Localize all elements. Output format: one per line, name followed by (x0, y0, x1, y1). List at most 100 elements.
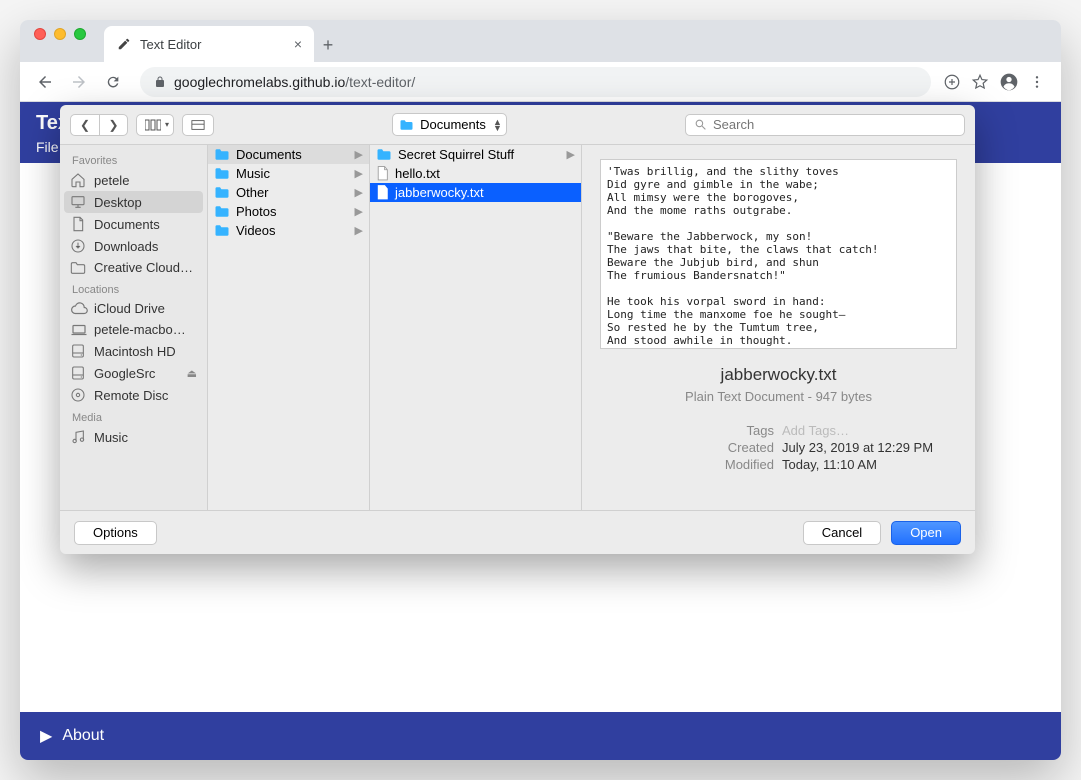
pencil-icon (116, 36, 132, 52)
home-icon (70, 172, 88, 188)
file-icon (376, 185, 389, 200)
folder-icon (214, 205, 230, 218)
sidebar-item[interactable]: Documents (60, 213, 207, 235)
sidebar-item-label: Downloads (94, 239, 158, 254)
dialog-forward-button[interactable]: ❯ (99, 115, 127, 135)
sidebar-item[interactable]: Downloads (60, 235, 207, 257)
preview-kind: Plain Text Document - 947 bytes (600, 389, 957, 404)
open-button[interactable]: Open (891, 521, 961, 545)
location-popup[interactable]: Documents ▲▼ (392, 113, 507, 136)
disc-icon (70, 387, 88, 403)
sidebar-item-label: iCloud Drive (94, 301, 165, 316)
folder-row[interactable]: Secret Squirrel Stuff ▶ (370, 145, 581, 164)
sidebar-item[interactable]: petele (60, 169, 207, 191)
row-label: Music (236, 166, 270, 181)
folder-row[interactable]: Videos ▶ (208, 221, 369, 240)
folder-row[interactable]: Photos ▶ (208, 202, 369, 221)
chevron-right-icon: ▶ (355, 167, 363, 180)
folder-icon (214, 224, 230, 237)
sidebar-item[interactable]: GoogleSrc⏏ (60, 362, 207, 384)
close-tab-icon[interactable]: × (294, 36, 302, 52)
sidebar-item[interactable]: petele-macbo… (60, 319, 207, 340)
sidebar: FavoritespeteleDesktop Documents Downloads… (60, 145, 208, 510)
nav-segmented: ❮ ❯ (70, 114, 128, 136)
laptop-icon (70, 323, 88, 337)
sidebar-item[interactable]: iCloud Drive (60, 298, 207, 319)
new-tab-button[interactable]: + (314, 35, 342, 62)
chevron-right-icon: ▶ (355, 205, 363, 218)
hdd-icon (70, 343, 88, 359)
dialog-back-button[interactable]: ❮ (71, 115, 99, 135)
disclosure-triangle-icon: ▶ (40, 726, 52, 746)
row-label: Photos (236, 204, 276, 219)
tags-value[interactable]: Add Tags… (782, 423, 957, 438)
back-button[interactable] (30, 67, 60, 97)
star-icon[interactable] (971, 73, 989, 91)
sidebar-item-label: Creative Cloud… (94, 260, 193, 275)
tab-strip: Text Editor × + (20, 20, 1061, 62)
sidebar-item-label: Macintosh HD (94, 344, 176, 359)
minimize-window-button[interactable] (54, 28, 66, 40)
chevron-right-icon: ▶ (355, 224, 363, 237)
forward-button[interactable] (64, 67, 94, 97)
sidebar-item[interactable]: Macintosh HD (60, 340, 207, 362)
close-window-button[interactable] (34, 28, 46, 40)
menu-icon[interactable] (1029, 74, 1045, 90)
sidebar-group-label: Favorites (60, 149, 207, 169)
doc-icon (70, 216, 88, 232)
updown-icon: ▲▼ (493, 119, 502, 131)
created-label: Created (704, 440, 774, 455)
app-footer[interactable]: ▶ About (20, 712, 1061, 760)
address-bar[interactable]: googlechromelabs.github.io/text-editor/ (140, 67, 931, 97)
lock-icon (154, 75, 166, 89)
profile-icon[interactable] (999, 72, 1019, 92)
hdd-icon (70, 365, 88, 381)
browser-tab[interactable]: Text Editor × (104, 26, 314, 62)
sidebar-group-label: Media (60, 406, 207, 426)
chevron-right-icon: ▶ (355, 186, 363, 199)
folder-icon (214, 148, 230, 161)
browser-toolbar: googlechromelabs.github.io/text-editor/ (20, 62, 1061, 102)
folder-icon (214, 167, 230, 180)
folder-icon (70, 261, 88, 275)
row-label: Secret Squirrel Stuff (398, 147, 514, 162)
sidebar-group-label: Locations (60, 278, 207, 298)
sidebar-item[interactable]: Creative Cloud… (60, 257, 207, 278)
folder-row[interactable]: Music ▶ (208, 164, 369, 183)
sidebar-item[interactable]: Remote Disc (60, 384, 207, 406)
cancel-button[interactable]: Cancel (803, 521, 881, 545)
file-row[interactable]: hello.txt (370, 164, 581, 183)
row-label: jabberwocky.txt (395, 185, 484, 200)
folder-row[interactable]: Documents▶ (208, 145, 369, 164)
eject-icon[interactable]: ⏏ (187, 367, 197, 380)
search-input[interactable] (713, 117, 956, 132)
column-1: Documents▶Music▶Other▶Photos▶Videos▶ (208, 145, 370, 510)
columns-view-icon (141, 119, 165, 131)
modified-value: Today, 11:10 AM (782, 457, 957, 472)
grouping-button[interactable] (182, 114, 214, 136)
sidebar-item[interactable]: Music (60, 426, 207, 448)
reload-button[interactable] (98, 67, 128, 97)
folder-icon (214, 186, 230, 199)
row-label: Videos (236, 223, 276, 238)
location-label: Documents (420, 117, 486, 132)
file-row[interactable]: jabberwocky.txt (370, 183, 581, 202)
preview-text: 'Twas brillig, and the slithy toves Did … (600, 159, 957, 349)
sidebar-item-label: Documents (94, 217, 160, 232)
options-button[interactable]: Options (74, 521, 157, 545)
download-icon (70, 238, 88, 254)
folder-row[interactable]: Other▶ (208, 183, 369, 202)
zoom-window-button[interactable] (74, 28, 86, 40)
chevron-right-icon: ▶ (567, 148, 575, 161)
sidebar-item-label: petele-macbo… (94, 322, 186, 337)
install-icon[interactable] (943, 73, 961, 91)
sidebar-item-label: Music (94, 430, 128, 445)
folder-icon (399, 119, 414, 131)
window-controls (20, 28, 100, 54)
sidebar-item[interactable]: Desktop (64, 191, 203, 213)
search-field[interactable] (685, 114, 965, 136)
music-icon (70, 429, 88, 445)
tab-title: Text Editor (140, 37, 286, 52)
cloud-icon (70, 302, 88, 316)
view-segmented[interactable]: ▾ (136, 114, 174, 136)
